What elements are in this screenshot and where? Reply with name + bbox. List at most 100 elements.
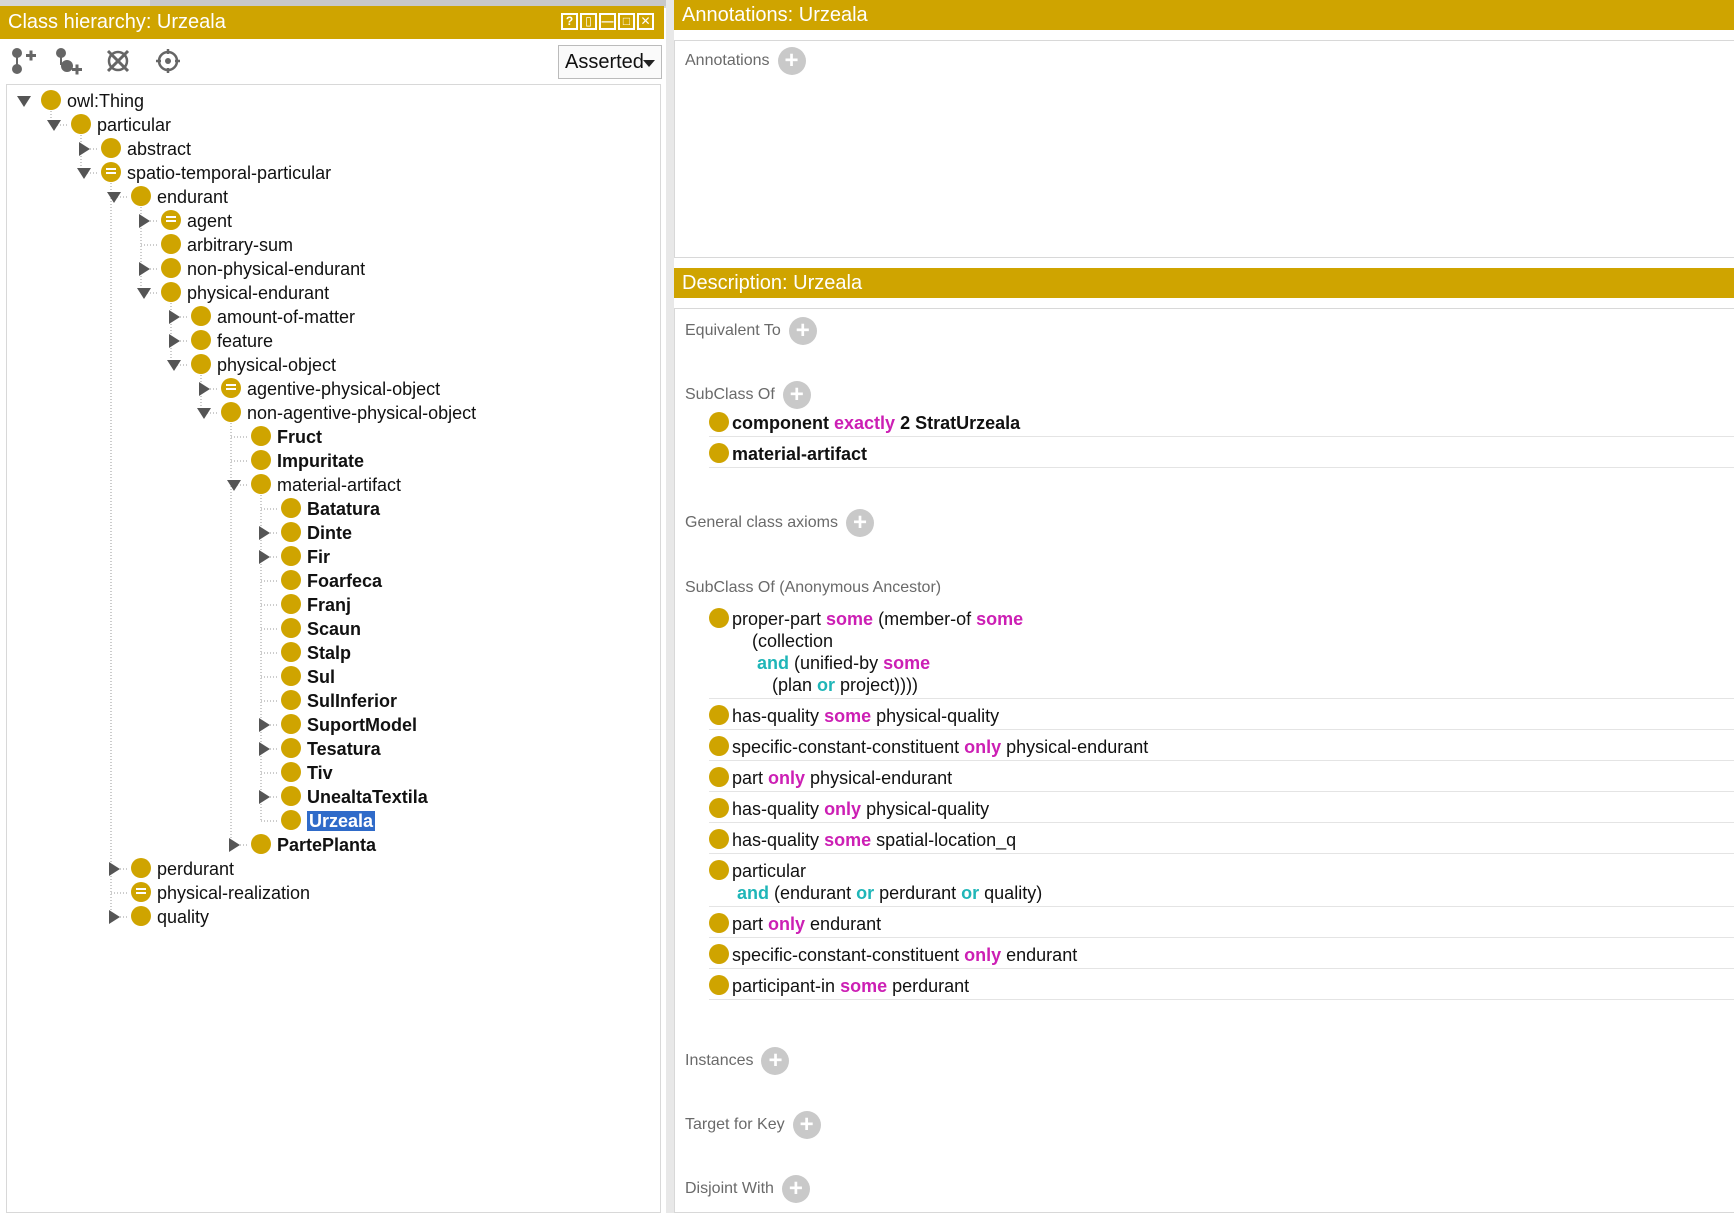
tree-node[interactable]: non-physical-endurant bbox=[161, 257, 365, 281]
expanded-arrow-icon[interactable] bbox=[47, 120, 61, 131]
collapsed-arrow-icon[interactable] bbox=[259, 550, 270, 564]
tree-node[interactable]: material-artifact bbox=[251, 473, 401, 497]
add-superclass-icon[interactable]: + bbox=[782, 381, 811, 409]
disjoint-with-label: Disjoint With bbox=[685, 1180, 774, 1198]
defined-class-icon bbox=[101, 162, 121, 183]
tree-node[interactable]: agentive-physical-object bbox=[221, 377, 440, 401]
split-view-icon[interactable]: ▯ bbox=[580, 13, 597, 30]
axiom-text bbox=[732, 653, 757, 673]
tree-node[interactable]: Dinte bbox=[281, 521, 352, 545]
tree-node[interactable]: perdurant bbox=[131, 857, 234, 881]
axiom-row[interactable]: proper-part some (member-of some (collec… bbox=[709, 605, 1734, 699]
collapsed-arrow-icon[interactable] bbox=[169, 334, 180, 348]
axiom-row[interactable]: part only endurant bbox=[709, 910, 1734, 938]
tree-node[interactable]: non-agentive-physical-object bbox=[221, 401, 476, 425]
tree-node[interactable]: amount-of-matter bbox=[191, 305, 355, 329]
axiom-row[interactable]: material-artifact bbox=[709, 440, 1734, 468]
tree-node[interactable]: quality bbox=[131, 905, 209, 929]
add-equivalent-icon[interactable]: + bbox=[788, 317, 817, 345]
tree-node[interactable]: Fruct bbox=[251, 425, 322, 449]
axiom-row[interactable]: component exactly 2 StratUrzeala bbox=[709, 409, 1734, 437]
tree-node[interactable]: Sul bbox=[281, 665, 335, 689]
collapsed-arrow-icon[interactable] bbox=[109, 862, 120, 876]
find-icon[interactable] bbox=[152, 46, 184, 76]
collapsed-arrow-icon[interactable] bbox=[139, 214, 150, 228]
expanded-arrow-icon[interactable] bbox=[167, 360, 181, 371]
expanded-arrow-icon[interactable] bbox=[197, 408, 211, 419]
add-subclass-icon[interactable] bbox=[8, 46, 40, 76]
tree-node[interactable]: Impuritate bbox=[251, 449, 364, 473]
close-icon[interactable]: ✕ bbox=[637, 13, 654, 30]
expanded-arrow-icon[interactable] bbox=[17, 96, 31, 107]
tree-node[interactable]: abstract bbox=[101, 137, 191, 161]
collapsed-arrow-icon[interactable] bbox=[259, 718, 270, 732]
collapsed-arrow-icon[interactable] bbox=[109, 910, 120, 924]
tree-node[interactable]: agent bbox=[161, 209, 232, 233]
tree-node[interactable]: Tiv bbox=[281, 761, 333, 785]
add-annotation-icon[interactable]: + bbox=[777, 47, 806, 75]
axiom-row[interactable]: has-quality some spatial-location_q bbox=[709, 826, 1734, 854]
hierarchy-view-value: Asserted bbox=[565, 51, 644, 73]
axiom-row[interactable]: has-quality some physical-quality bbox=[709, 702, 1734, 730]
axiom-row[interactable]: part only physical-endurant bbox=[709, 764, 1734, 792]
class-icon bbox=[281, 618, 301, 639]
tree-node[interactable]: Scaun bbox=[281, 617, 361, 641]
axiom-row[interactable]: has-quality only physical-quality bbox=[709, 795, 1734, 823]
tree-node[interactable]: spatio-temporal-particular bbox=[101, 161, 331, 185]
tree-node[interactable]: UnealtaTextila bbox=[281, 785, 428, 809]
axiom-row[interactable]: specific-constant-constituent only physi… bbox=[709, 733, 1734, 761]
collapsed-arrow-icon[interactable] bbox=[169, 310, 180, 324]
collapsed-arrow-icon[interactable] bbox=[259, 742, 270, 756]
tree-node[interactable]: owl:Thing bbox=[41, 89, 144, 113]
tree-node-label: physical-realization bbox=[157, 883, 311, 903]
expanded-arrow-icon[interactable] bbox=[77, 168, 91, 179]
add-instance-icon[interactable]: + bbox=[761, 1047, 790, 1075]
tree-node[interactable]: physical-object bbox=[191, 353, 336, 377]
add-sibling-icon[interactable] bbox=[52, 46, 84, 76]
help-icon[interactable]: ? bbox=[561, 13, 578, 30]
collapsed-arrow-icon[interactable] bbox=[139, 262, 150, 276]
axiom-line: specific-constant-constituent only physi… bbox=[709, 736, 1734, 758]
tree-node[interactable]: Tesatura bbox=[281, 737, 381, 761]
expanded-arrow-icon[interactable] bbox=[137, 288, 151, 299]
add-disjoint-icon[interactable]: + bbox=[781, 1175, 810, 1203]
tree-node-label: Fir bbox=[307, 547, 331, 567]
tree-node[interactable]: SuportModel bbox=[281, 713, 417, 737]
tree-node[interactable]: physical-realization bbox=[131, 881, 310, 905]
class-tree[interactable]: owl:Thing particular abstract spatio-tempor… bbox=[6, 84, 661, 1213]
axiom-row[interactable]: specific-constant-constituent only endur… bbox=[709, 941, 1734, 969]
tree-node[interactable]: Urzeala bbox=[281, 809, 377, 833]
collapsed-arrow-icon[interactable] bbox=[259, 790, 270, 804]
tree-node[interactable]: particular bbox=[71, 113, 171, 137]
tree-node[interactable]: feature bbox=[191, 329, 273, 353]
tree-node[interactable]: arbitrary-sum bbox=[161, 233, 293, 257]
tree-node-label: feature bbox=[217, 331, 274, 351]
class-icon bbox=[281, 570, 301, 591]
expanded-arrow-icon[interactable] bbox=[227, 480, 241, 491]
collapsed-arrow-icon[interactable] bbox=[199, 382, 210, 396]
class-icon bbox=[101, 138, 121, 159]
add-key-icon[interactable]: + bbox=[792, 1111, 821, 1139]
tree-node[interactable]: Fir bbox=[281, 545, 330, 569]
maximize-icon[interactable]: □ bbox=[618, 13, 635, 30]
axiom-row[interactable]: particular and (endurant or perdurant or… bbox=[709, 857, 1734, 907]
tree-node-label-selected: Urzeala bbox=[305, 810, 377, 832]
tree-node[interactable]: endurant bbox=[131, 185, 228, 209]
expanded-arrow-icon[interactable] bbox=[107, 192, 121, 203]
delete-class-icon[interactable] bbox=[102, 46, 134, 76]
tree-node[interactable]: Stalp bbox=[281, 641, 351, 665]
collapsed-arrow-icon[interactable] bbox=[79, 142, 90, 156]
add-general-axiom-icon[interactable]: + bbox=[845, 509, 874, 537]
panel-splitter[interactable] bbox=[666, 0, 674, 1213]
tree-node[interactable]: Batatura bbox=[281, 497, 380, 521]
tree-node[interactable]: Franj bbox=[281, 593, 351, 617]
minimize-icon[interactable]: — bbox=[599, 13, 616, 30]
collapsed-arrow-icon[interactable] bbox=[259, 526, 270, 540]
tree-node[interactable]: SulInferior bbox=[281, 689, 397, 713]
tree-node[interactable]: PartePlanta bbox=[251, 833, 376, 857]
collapsed-arrow-icon[interactable] bbox=[229, 838, 240, 852]
axiom-row[interactable]: participant-in some perdurant bbox=[709, 972, 1734, 1000]
hierarchy-view-select[interactable]: Asserted bbox=[558, 45, 662, 79]
tree-node[interactable]: Foarfeca bbox=[281, 569, 382, 593]
tree-node[interactable]: physical-endurant bbox=[161, 281, 329, 305]
